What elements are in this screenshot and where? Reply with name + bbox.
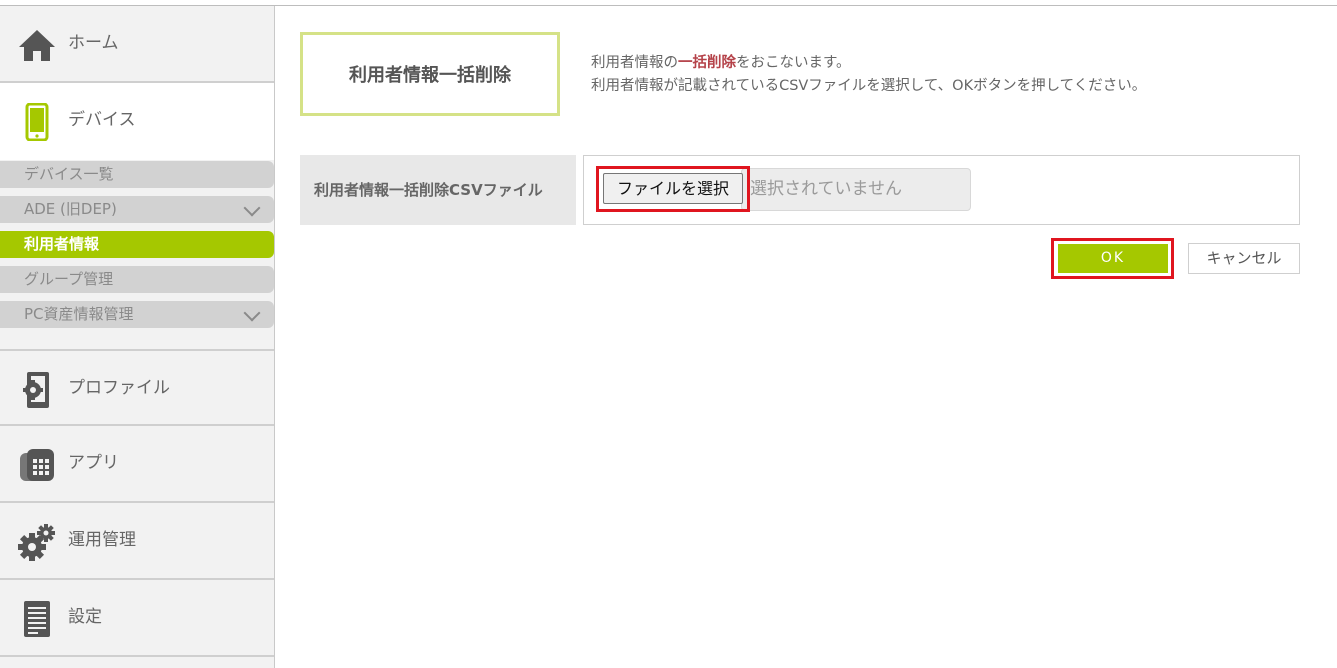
description-line-1: 利用者情報の一括削除をおこないます。 <box>591 52 1146 75</box>
description-line-2: 利用者情報が記載されているCSVファイルを選択して、OKボタンを押してください。 <box>591 78 1147 94</box>
csv-file-label: 利用者情報一括削除CSVファイル <box>300 155 576 225</box>
page-description: 利用者情報の一括削除をおこないます。 利用者情報が記載されているCSVファイルを… <box>591 52 1146 98</box>
nav-label-profile: プロファイル <box>68 378 170 398</box>
cancel-button[interactable]: キャンセル <box>1188 243 1300 274</box>
sub-item-label: デバイス一覧 <box>24 165 114 183</box>
highlight-choose-file <box>596 166 750 212</box>
sub-item-label: 利用者情報 <box>24 235 100 253</box>
nav-item-apps[interactable]: アプリ <box>0 426 274 503</box>
chevron-down-icon[interactable] <box>243 304 261 322</box>
nav-item-device[interactable]: デバイス <box>0 83 274 160</box>
nav-item-home[interactable]: ホーム <box>0 6 274 83</box>
sub-item-label: ADE (旧DEP) <box>24 200 117 218</box>
highlight-ok <box>1051 238 1174 279</box>
desc-text: 利用者情報の <box>591 55 678 71</box>
nav-item-settings[interactable]: 設定 <box>0 580 274 657</box>
desc-emphasis: 一括削除 <box>678 55 736 71</box>
profile-icon <box>18 371 56 409</box>
nav-label-apps: アプリ <box>68 453 119 473</box>
page-title: 利用者情報一括削除 <box>300 32 560 116</box>
sub-item-user-info[interactable]: 利用者情報 <box>0 231 274 258</box>
desc-text: をおこないます。 <box>736 55 851 71</box>
smartphone-icon <box>18 103 56 141</box>
sub-item-label: PC資産情報管理 <box>24 305 134 323</box>
sub-item-group[interactable]: グループ管理 <box>0 266 274 293</box>
nav-label-home: ホーム <box>68 33 119 53</box>
sub-item-ade[interactable]: ADE (旧DEP) <box>0 196 274 223</box>
nav-item-operations[interactable]: 運用管理 <box>0 503 274 580</box>
sub-item-label: グループ管理 <box>24 270 114 288</box>
sidebar: ホーム デバイス デバイス一覧 ADE (旧DEP) 利用者情報 グループ管理 … <box>0 6 275 668</box>
file-status-text: 選択されていません <box>741 168 971 211</box>
chevron-down-icon[interactable] <box>243 199 261 217</box>
sub-item-pc-assets[interactable]: PC資産情報管理 <box>0 301 274 328</box>
nav-label-device: デバイス <box>68 110 136 130</box>
sub-item-device-list[interactable]: デバイス一覧 <box>0 161 274 188</box>
gears-icon <box>18 523 56 561</box>
nav-item-profile[interactable]: プロファイル <box>0 349 274 426</box>
nav-label-settings: 設定 <box>68 607 102 627</box>
nav-label-operations: 運用管理 <box>68 530 136 550</box>
apps-icon <box>18 446 56 484</box>
document-icon <box>18 600 56 638</box>
home-icon <box>18 26 56 64</box>
